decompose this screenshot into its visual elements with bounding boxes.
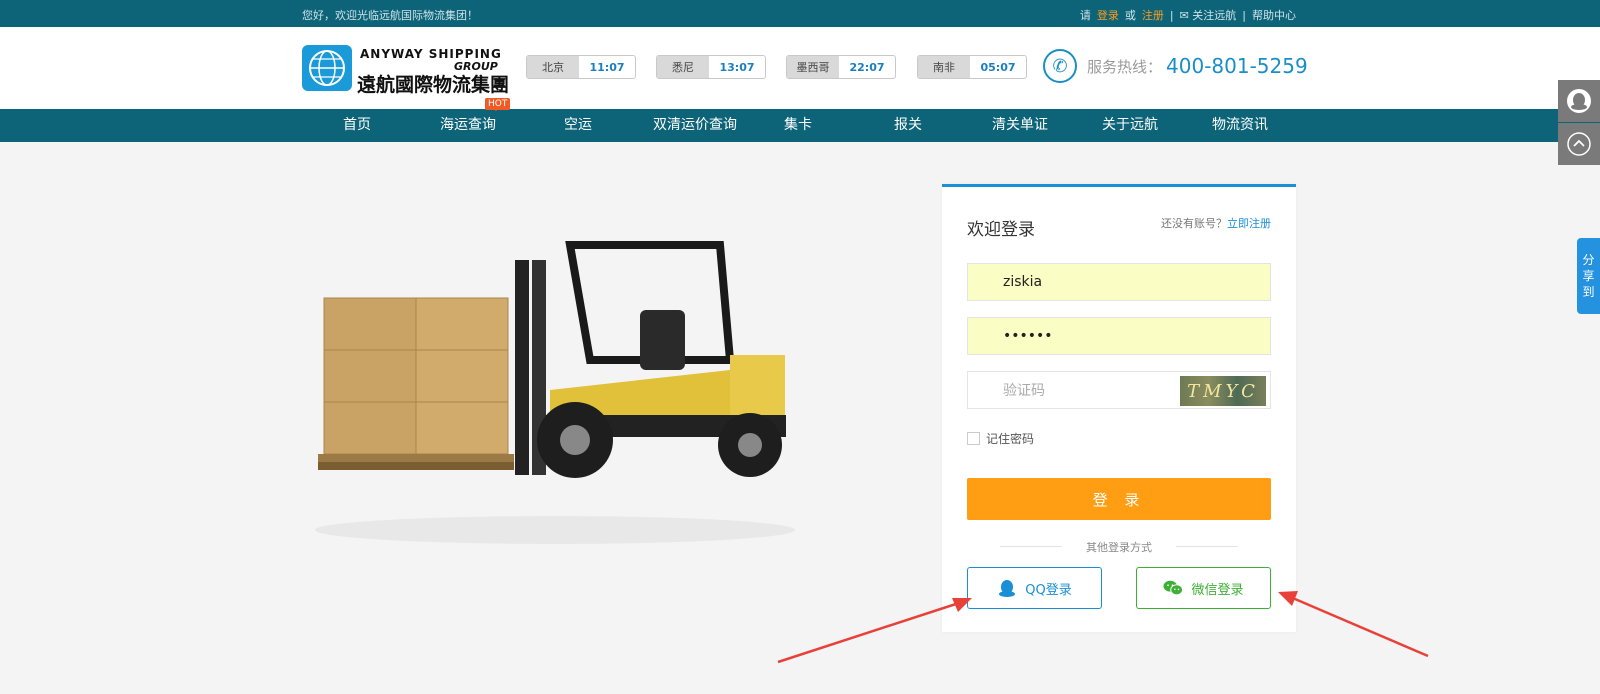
forklift-illustration <box>315 241 795 544</box>
register-now-link[interactable]: 立即注册 <box>1227 217 1271 230</box>
register-prompt: 还没有账号？立即注册 <box>1161 215 1271 231</box>
remember-password[interactable]: 记住密码 <box>967 430 1034 447</box>
no-account-text: 还没有账号？ <box>1161 217 1227 230</box>
wechat-login-button[interactable]: 微信登录 <box>1136 567 1271 609</box>
wechat-icon <box>1163 580 1184 596</box>
share-tab[interactable]: 分 享 到 <box>1577 238 1600 314</box>
nav-item-ocean[interactable]: 海运查询 <box>436 109 500 142</box>
clock-city: 南非 <box>918 56 970 78</box>
hotline-label: 服务热线： <box>1087 57 1163 76</box>
qq-icon <box>999 580 1016 597</box>
clock-sydney: 悉尼 13:07 <box>656 55 766 79</box>
username-input[interactable]: ziskia <box>967 263 1271 301</box>
nav-item-clearance-docs[interactable]: 清关单证 <box>988 109 1052 142</box>
qq-service-button[interactable] <box>1558 80 1600 122</box>
logo[interactable]: ANYWAY SHIPPING GROUP 遠航國際物流集團 <box>302 45 509 96</box>
welcome-text: 您好，欢迎光临远航国际物流集团！ <box>302 9 478 22</box>
clock-south-africa: 南非 05:07 <box>917 55 1027 79</box>
nav-item-trucking[interactable]: 集卡 <box>780 109 816 142</box>
nav-item-rate-query[interactable]: 双清运价查询 <box>645 109 745 142</box>
login-title: 欢迎登录 <box>967 220 1035 240</box>
clock-time: 13:07 <box>719 60 755 74</box>
back-to-top-button[interactable] <box>1558 123 1600 165</box>
qq-login-label: QQ登录 <box>1025 582 1072 598</box>
clock-beijing: 北京 11:07 <box>526 55 636 79</box>
or-text: 或 <box>1124 9 1136 22</box>
captcha-placeholder: 验证码 <box>1003 383 1045 399</box>
main-nav: 首页 海运查询 空运 双清运价查询 集卡 报关 清关单证 关于远航 物流资讯 <box>0 109 1600 142</box>
please-text: 请 <box>1079 9 1091 22</box>
top-login-link[interactable]: 登录 <box>1097 7 1119 23</box>
phone-icon: ✆ <box>1043 49 1077 83</box>
globe-logo-icon <box>302 45 352 91</box>
follow-link[interactable]: ✉ 关注远航 <box>1180 7 1237 23</box>
hot-badge: HOT <box>485 98 511 111</box>
captcha-input[interactable]: 验证码 TMYC <box>967 371 1271 409</box>
clock-time: 05:07 <box>980 60 1016 74</box>
qq-avatar-icon <box>1567 89 1591 113</box>
nav-item-about[interactable]: 关于远航 <box>1098 109 1162 142</box>
clock-city: 北京 <box>527 56 579 78</box>
wechat-login-label: 微信登录 <box>1191 582 1244 598</box>
help-center-link[interactable]: 帮助中心 <box>1252 7 1296 23</box>
hotline-number: 400-801-5259 <box>1166 54 1308 78</box>
annotation-arrow-wechat <box>1287 594 1429 658</box>
login-panel: 欢迎登录 还没有账号？立即注册 ziskia •••••• 验证码 TMYC 记… <box>942 184 1296 632</box>
logo-chinese: 遠航國際物流集團 <box>357 74 510 96</box>
top-links: 请 登录 或 注册 | ✉ 关注远航 | 帮助中心 <box>1080 7 1296 23</box>
remember-checkbox[interactable] <box>967 432 980 445</box>
share-char: 享 <box>1582 269 1595 283</box>
share-char: 分 <box>1582 253 1595 267</box>
clock-city: 悉尼 <box>657 56 709 78</box>
nav-item-air[interactable]: 空运 <box>560 109 596 142</box>
clock-time: 22:07 <box>849 60 885 74</box>
follow-label: 关注远航 <box>1192 9 1237 22</box>
top-bar: 您好，欢迎光临远航国际物流集团！ 请 登录 或 注册 | ✉ 关注远航 | 帮助… <box>0 0 1600 27</box>
top-register-link[interactable]: 注册 <box>1142 7 1164 23</box>
clock-time: 11:07 <box>589 60 625 74</box>
annotation-arrow-qq <box>777 600 963 664</box>
other-login-methods: 其他登录方式 <box>1000 539 1238 555</box>
qq-login-button[interactable]: QQ登录 <box>967 567 1102 609</box>
clock-mexico: 墨西哥 22:07 <box>786 55 896 79</box>
login-button[interactable]: 登 录 <box>967 478 1271 520</box>
header: ANYWAY SHIPPING GROUP 遠航國際物流集團 北京 11:07 … <box>0 27 1600 109</box>
share-char: 到 <box>1582 285 1595 299</box>
remember-label: 记住密码 <box>986 432 1035 446</box>
nav-item-customs[interactable]: 报关 <box>890 109 926 142</box>
captcha-image[interactable]: TMYC <box>1180 376 1266 406</box>
separator: | <box>1169 8 1174 22</box>
nav-item-news[interactable]: 物流资讯 <box>1208 109 1272 142</box>
weibo-icon: ✉ <box>1179 9 1189 22</box>
chevron-up-icon <box>1567 132 1591 156</box>
password-input[interactable]: •••••• <box>967 317 1271 355</box>
nav-item-home[interactable]: 首页 <box>333 109 381 142</box>
clock-city: 墨西哥 <box>787 56 839 78</box>
hotline: ✆ 服务热线： 400-801-5259 <box>1043 49 1308 83</box>
separator: | <box>1242 8 1246 22</box>
logo-english-line1: ANYWAY SHIPPING <box>360 47 502 61</box>
